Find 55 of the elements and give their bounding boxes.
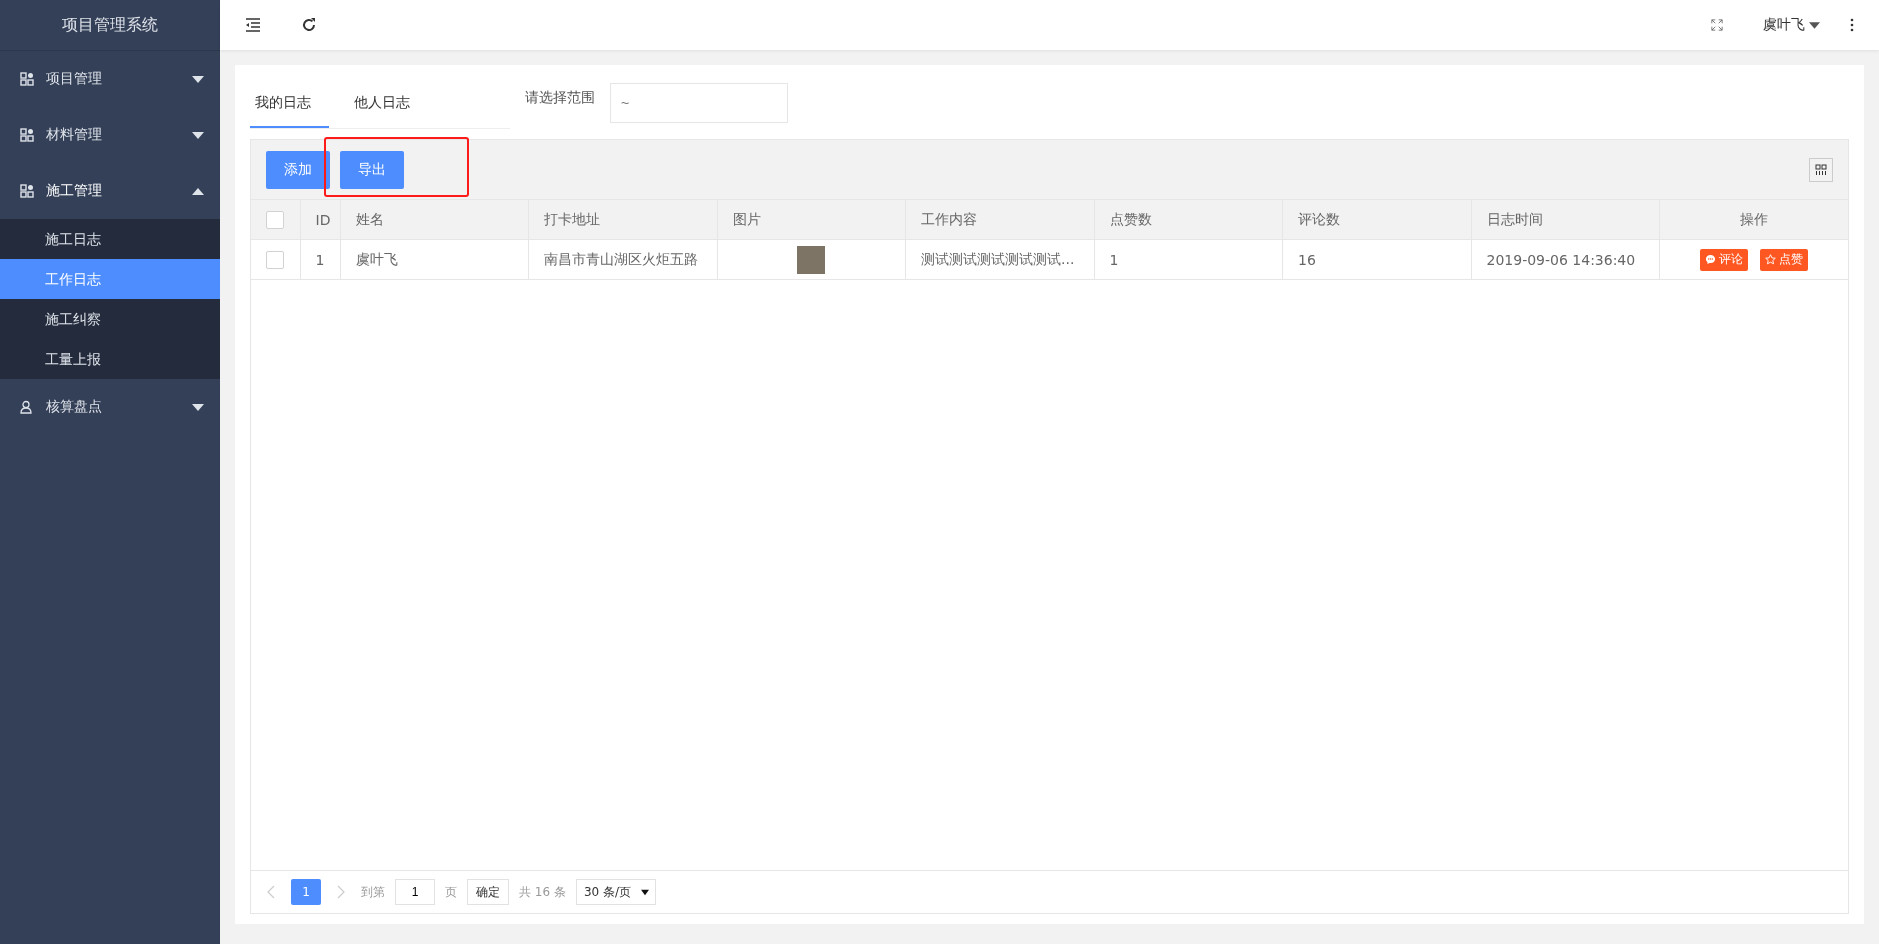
- table-cell: 16: [1298, 251, 1316, 268]
- page-input[interactable]: 1: [395, 879, 435, 905]
- column-header: ID: [315, 211, 331, 228]
- chat-bubble-icon: [1705, 254, 1716, 265]
- grid-icon: [20, 184, 34, 198]
- caret-up-icon: [192, 187, 204, 195]
- refresh-icon[interactable]: [301, 17, 317, 33]
- caret-down-icon: [1809, 21, 1820, 29]
- submenu-item[interactable]: 施工日志: [0, 219, 220, 259]
- menu-collapse-icon[interactable]: [245, 18, 261, 32]
- menu-item[interactable]: 施工管理: [0, 163, 220, 219]
- caret-down-icon: [192, 131, 204, 139]
- star-icon: [1765, 254, 1776, 265]
- confirm-button[interactable]: 确定: [467, 879, 509, 905]
- column-header: 点赞数: [1109, 210, 1152, 227]
- table-cell: 南昌市青山湖区火炬五路: [544, 250, 698, 267]
- range-label: 请选择范围: [525, 89, 595, 107]
- submenu-item[interactable]: 工量上报: [0, 339, 220, 379]
- menu-item[interactable]: 材料管理: [0, 107, 220, 163]
- page-unit-label: 页: [445, 883, 457, 901]
- photo-placeholder: [797, 245, 826, 274]
- menu-item[interactable]: 项目管理: [0, 51, 220, 107]
- fullscreen-icon[interactable]: [1711, 19, 1723, 31]
- page-size-select[interactable]: 30 条/页: [575, 879, 657, 905]
- tab[interactable]: 我的日志: [250, 81, 329, 128]
- user-icon: [20, 400, 34, 414]
- grid-icon: [20, 128, 34, 142]
- column-header: 图片: [732, 210, 761, 227]
- column-header: 评论数: [1298, 210, 1340, 227]
- table-cell: 虞叶飞: [355, 250, 398, 267]
- goto-label: 到第: [361, 883, 385, 901]
- caret-down-icon: [192, 75, 204, 83]
- grid-icon: [20, 72, 34, 86]
- table-cell: 1: [315, 251, 325, 268]
- caret-down-icon: [192, 403, 204, 411]
- total-count: 共 16 条: [519, 883, 566, 901]
- columns-icon: [1815, 163, 1827, 176]
- more-icon[interactable]: [1850, 18, 1854, 32]
- column-header: 操作: [1740, 210, 1768, 227]
- column-header: 日志时间: [1486, 210, 1543, 227]
- table-cell: 测试测试测试测试测试...: [921, 250, 1075, 267]
- row-checkbox[interactable]: [266, 250, 285, 269]
- user-menu[interactable]: 虞叶飞: [1763, 16, 1820, 34]
- submenu-item[interactable]: 施工纠察: [0, 299, 220, 339]
- column-header: 姓名: [355, 210, 384, 227]
- caret-down-icon: [641, 888, 650, 896]
- columns-button[interactable]: [1809, 157, 1833, 182]
- column-header: 工作内容: [921, 210, 977, 227]
- select-all-checkbox[interactable]: [266, 210, 285, 229]
- menu-item[interactable]: 核算盘点: [0, 379, 220, 435]
- table-cell: 1: [1109, 251, 1119, 268]
- column-header: 打卡地址: [544, 210, 600, 227]
- table-cell: 2019-09-06 14:36:40: [1486, 251, 1636, 268]
- tab[interactable]: 他人日志: [349, 81, 428, 128]
- date-range-field[interactable]: ~: [610, 83, 788, 123]
